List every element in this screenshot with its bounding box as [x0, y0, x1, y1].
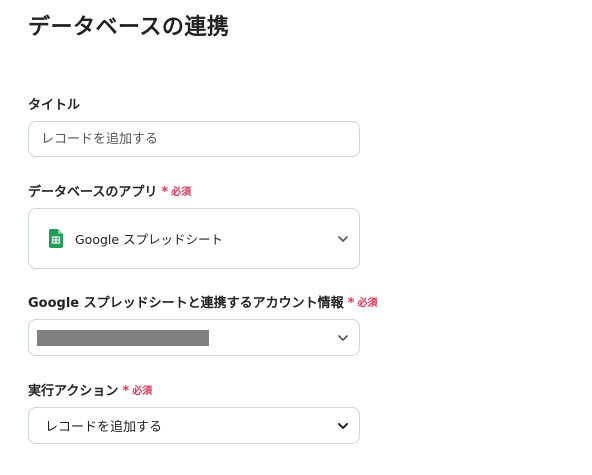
required-badge: * 必須 [347, 296, 378, 311]
chevron-down-icon[interactable] [337, 420, 349, 432]
database-app-label-text: データベースのアプリ [28, 185, 158, 200]
chevron-down-icon[interactable] [337, 332, 349, 344]
action-select[interactable]: レコードを追加する [28, 407, 360, 444]
action-label-text: 実行アクション [28, 384, 119, 399]
required-badge: * 必須 [161, 185, 192, 200]
database-app-value: Google スプレッドシート [75, 232, 224, 247]
required-asterisk: * [122, 384, 130, 399]
action-label: 実行アクション * 必須 [28, 383, 152, 401]
account-label-text: Google スプレッドシートと連携するアカウント情報 [28, 296, 344, 311]
title-label-text: タイトル [28, 98, 81, 113]
title-field[interactable] [28, 121, 360, 157]
title-label: タイトル [28, 97, 80, 115]
database-app-select[interactable]: Google スプレッドシート [28, 208, 360, 269]
title-input[interactable] [29, 131, 359, 147]
redacted-account-value [37, 330, 209, 346]
action-value: レコードを追加する [45, 420, 163, 435]
account-select[interactable] [28, 319, 360, 356]
account-label: Google スプレッドシートと連携するアカウント情報 * 必須 [28, 295, 377, 313]
google-sheets-icon [49, 229, 63, 248]
database-app-label: データベースのアプリ * 必須 [28, 184, 191, 202]
required-badge: * 必須 [122, 384, 153, 399]
page-title: データベースの連携 [28, 15, 230, 40]
chevron-down-icon[interactable] [337, 233, 349, 245]
required-asterisk: * [347, 296, 355, 311]
required-asterisk: * [161, 185, 169, 200]
